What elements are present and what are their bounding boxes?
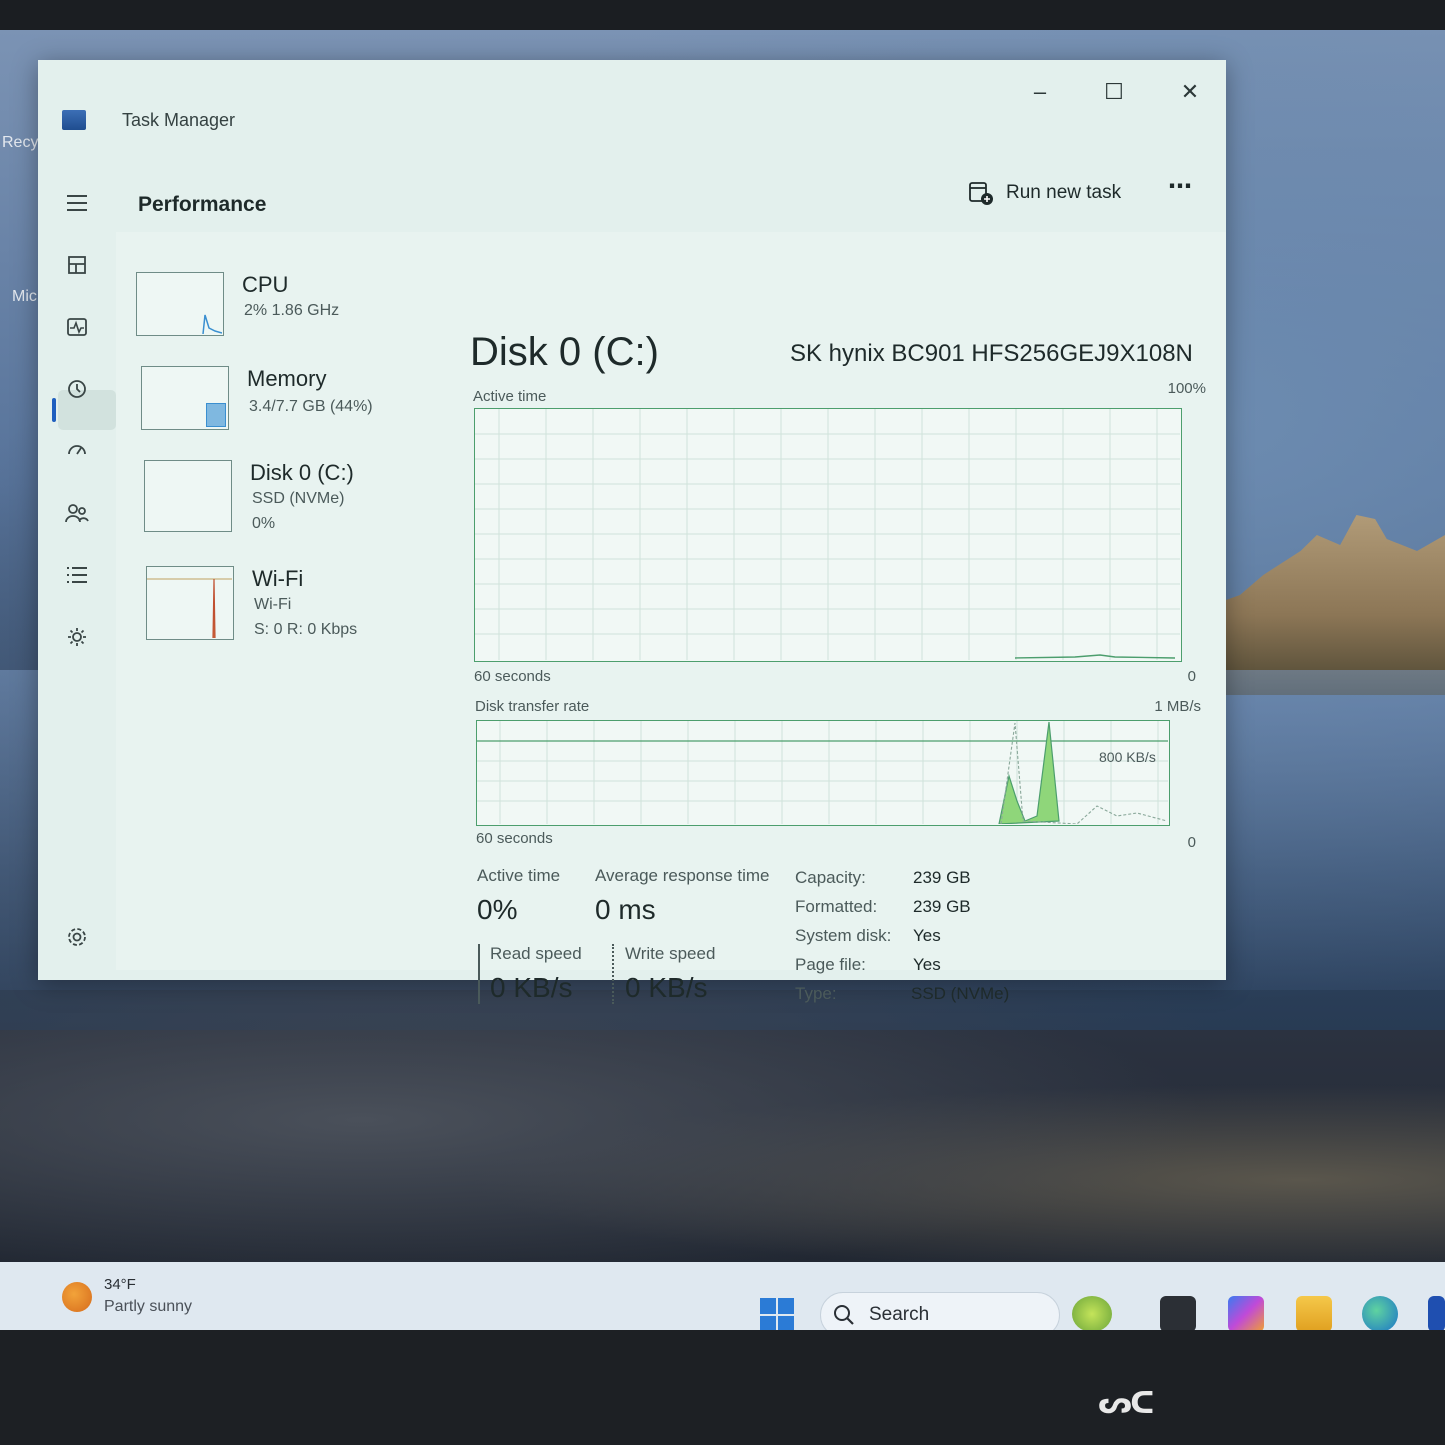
minimize-button[interactable]: – [1010, 70, 1070, 114]
transfer-rate-x-end-label: 0 [1187, 834, 1196, 851]
details-icon[interactable] [60, 558, 94, 592]
task-manager-app-icon [62, 110, 86, 130]
window-title: Task Manager [122, 110, 236, 130]
transfer-rate-graph [477, 721, 1168, 824]
active-time-graph [475, 409, 1180, 660]
active-time-x-end-label: 0 [1187, 668, 1196, 685]
run-new-task-button[interactable]: Run new task [968, 176, 1121, 210]
page-file-label: Page file: [795, 955, 866, 974]
wifi-thumbnail-graph [146, 566, 234, 640]
wallpaper-castle [1212, 515, 1445, 695]
menu-icon[interactable] [60, 186, 94, 220]
store-icon[interactable] [1428, 1296, 1445, 1332]
device-sub-wifi-throughput: S: 0 R: 0 Kbps [254, 621, 358, 638]
capacity-value: 239 GB [913, 868, 971, 887]
search-placeholder: Search [869, 1304, 930, 1325]
device-item-disk[interactable]: Disk 0 (C:) SSD (NVMe) 0% [144, 460, 444, 550]
cpu-thumbnail-graph [136, 272, 224, 336]
type-value: SSD (NVMe) [911, 984, 1010, 1003]
app-history-icon[interactable] [60, 372, 94, 406]
weather-icon[interactable] [62, 1282, 92, 1312]
page-file-value: Yes [913, 955, 941, 974]
transfer-rate-chart: 800 KB/s [476, 720, 1170, 826]
write-speed-legend-line [612, 944, 614, 1004]
search-icon [834, 1305, 854, 1325]
performance-content: CPU 2% 1.86 GHz Memory 3.4/7.7 GB (44%) … [116, 232, 1226, 1004]
copilot-icon[interactable] [1228, 1296, 1264, 1332]
maximize-button[interactable]: ☐ [1084, 70, 1144, 114]
tennis-widget-icon[interactable] [1072, 1296, 1112, 1332]
more-options-button[interactable]: ⋯ [1168, 172, 1193, 201]
desktop-icon-edge-label[interactable]: Mic [12, 288, 37, 306]
system-disk-label: System disk: [795, 926, 892, 945]
taskbar: 34°F Partly sunny Search [0, 1262, 1445, 1338]
formatted-label: Formatted: [795, 897, 878, 916]
read-speed-label: Read speed [490, 944, 582, 963]
active-time-stat-label: Active time [477, 866, 561, 885]
read-speed-legend-line [478, 944, 480, 1004]
device-item-wifi[interactable]: Wi-Fi Wi-Fi S: 0 R: 0 Kbps [146, 566, 446, 656]
device-sub-disk-usage: 0% [252, 515, 276, 532]
active-time-stat-value: 0% [477, 894, 518, 925]
device-name-wifi: Wi-Fi [252, 566, 304, 591]
device-sub-cpu: 2% 1.86 GHz [244, 302, 340, 319]
transfer-rate-x-label: 60 seconds [476, 830, 553, 847]
run-new-task-icon [969, 182, 993, 205]
monitor-bezel [0, 1330, 1445, 1445]
title-bar[interactable]: Task Manager – ☐ ✕ [38, 60, 1226, 140]
device-name-cpu: CPU [242, 272, 289, 297]
nav-active-indicator [52, 398, 56, 422]
disk-title: Disk 0 (C:) [470, 330, 659, 374]
active-time-chart-max-label: 100% [1167, 380, 1206, 397]
write-speed-value: 0 KB/s [625, 972, 708, 1003]
services-icon[interactable] [60, 620, 94, 654]
settings-icon[interactable] [60, 920, 94, 954]
weather-description[interactable]: Partly sunny [104, 1298, 192, 1316]
system-disk-value: Yes [913, 926, 941, 945]
startup-apps-icon[interactable] [60, 434, 94, 468]
device-item-cpu[interactable]: CPU 2% 1.86 GHz [136, 272, 436, 362]
device-name-memory: Memory [247, 366, 327, 391]
file-explorer-icon[interactable] [1296, 1296, 1332, 1332]
avg-response-stat-value: 0 ms [595, 894, 656, 925]
avg-response-stat-label: Average response time [595, 866, 770, 885]
close-button[interactable]: ✕ [1160, 70, 1220, 114]
device-sub-disk-type: SSD (NVMe) [252, 490, 345, 507]
memory-usage-fill [206, 403, 226, 427]
device-name-disk: Disk 0 (C:) [250, 460, 354, 485]
device-sub-wifi-adapter: Wi-Fi [254, 596, 292, 613]
read-speed-value: 0 KB/s [490, 972, 573, 1003]
run-new-task-label: Run new task [1006, 182, 1122, 203]
active-time-chart [474, 408, 1182, 662]
start-logo-tile [778, 1298, 794, 1314]
active-time-chart-label: Active time [473, 388, 547, 405]
write-speed-label: Write speed [625, 944, 716, 963]
edge-icon[interactable] [1362, 1296, 1398, 1332]
start-button[interactable] [760, 1298, 794, 1332]
task-manager-window: Task Manager – ☐ ✕ Performance Run new t… [38, 60, 1226, 1004]
disk-thumbnail-graph [144, 460, 232, 532]
transfer-rate-ref-label: 800 KB/s [1099, 749, 1156, 765]
processes-icon[interactable] [60, 248, 94, 282]
device-item-memory[interactable]: Memory 3.4/7.7 GB (44%) [141, 366, 441, 456]
laptop-brand-logo: ᔕᑕ [1098, 1387, 1155, 1420]
disk-model: SK hynix BC901 HFS256GEJ9X108N [790, 340, 1193, 367]
task-view-icon[interactable] [1160, 1296, 1196, 1332]
navigation-rail [38, 140, 116, 970]
memory-thumbnail-graph [141, 366, 229, 430]
type-label: Type: [795, 984, 837, 1003]
performance-icon[interactable] [60, 310, 94, 344]
weather-temperature[interactable]: 34°F [104, 1276, 136, 1293]
start-logo-tile [760, 1298, 776, 1314]
transfer-rate-chart-max-label: 1 MB/s [1154, 698, 1201, 715]
users-icon[interactable] [60, 496, 94, 530]
page-title: Performance [138, 193, 267, 216]
device-sub-memory: 3.4/7.7 GB (44%) [249, 398, 373, 415]
formatted-value: 239 GB [913, 897, 971, 916]
capacity-label: Capacity: [795, 868, 866, 887]
desktop-icon-recycle-bin-label[interactable]: Recy [2, 134, 38, 152]
transfer-rate-chart-label: Disk transfer rate [475, 698, 590, 715]
active-time-x-label: 60 seconds [474, 668, 551, 685]
